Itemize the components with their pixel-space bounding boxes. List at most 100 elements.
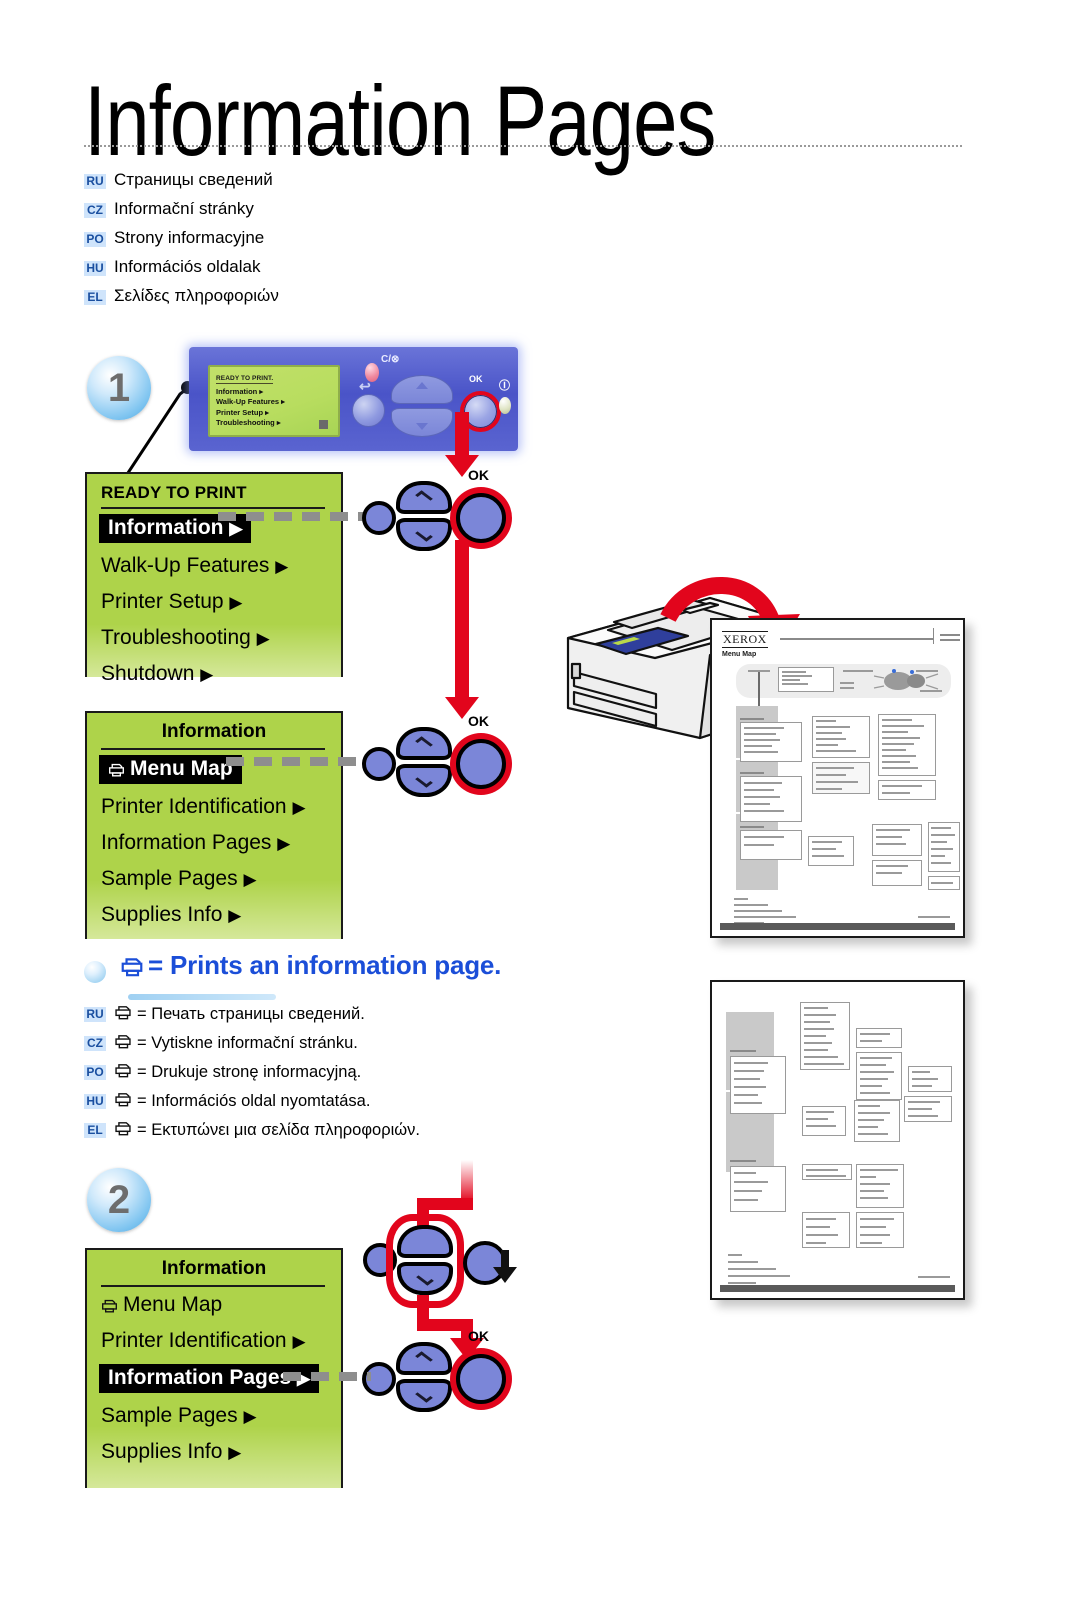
- ok-button-illustration-1[interactable]: [456, 493, 506, 543]
- back-button-illustration[interactable]: [362, 501, 396, 535]
- translation-text: Strony informacyjne: [114, 228, 265, 247]
- back-button-illustration[interactable]: [363, 1243, 397, 1277]
- menu-panel-ready-to-print: READY TO PRINT Information ▶ Walk-Up Fea…: [85, 472, 343, 685]
- title-divider: [84, 145, 962, 147]
- caret-icon: ▶: [229, 519, 243, 538]
- menu-title: Information: [161, 1258, 267, 1279]
- language-code-badge: CZ: [84, 1036, 106, 1051]
- menu-item-printer-identification[interactable]: Printer Identification ▶: [87, 1323, 341, 1359]
- menu-item-menu-map-selected[interactable]: Menu Map: [99, 755, 242, 784]
- down-arrow-button-illustration[interactable]: [396, 518, 452, 551]
- up-arrow-button-illustration[interactable]: [396, 481, 452, 514]
- navpad-illustration-4: OK: [362, 1328, 512, 1414]
- translation-text: Információs oldalak: [114, 257, 261, 276]
- language-code-badge: EL: [84, 1123, 106, 1138]
- caret-icon: ▶: [275, 557, 289, 576]
- control-panel-buttons: C/⊗ ↩ OK Ⓘ: [347, 347, 518, 451]
- bullet-icon: [84, 961, 106, 983]
- page-brand-logo: XEROX: [722, 631, 768, 648]
- translation-row: EL Σελίδες πληροφοριών: [84, 286, 604, 315]
- ok-label-2: OK: [468, 713, 489, 729]
- menu-item-troubleshooting[interactable]: Troubleshooting ▶: [87, 620, 341, 656]
- down-arrow-button-illustration[interactable]: [396, 764, 452, 797]
- translation-text: Σελίδες πληροφοριών: [114, 286, 279, 305]
- caret-icon: ▶: [292, 1332, 306, 1351]
- printer-icon: [108, 759, 125, 777]
- down-arrow-button[interactable]: [391, 408, 453, 437]
- display-menu-item: Information ▸: [216, 386, 264, 396]
- menu-item-printer-setup[interactable]: Printer Setup ▶: [87, 584, 341, 620]
- selection-connector-dashes: [226, 757, 371, 766]
- translation-row: EL = Εκτυπώνει μια σελίδα πληροφοριών.: [84, 1116, 644, 1145]
- up-arrow-button-illustration[interactable]: [396, 1342, 452, 1375]
- menu-panel-information-step2: Information Menu Map Printer Identificat…: [85, 1248, 343, 1488]
- navigation-pad-illustration[interactable]: [396, 1342, 452, 1414]
- caret-icon: ▶: [229, 593, 243, 612]
- info-icon: Ⓘ: [499, 380, 510, 392]
- translation-row: PO Strony informacyjne: [84, 228, 604, 257]
- menu-item-information-pages[interactable]: Information Pages ▶: [87, 825, 341, 861]
- printed-second-page: [710, 980, 965, 1300]
- display-menu-item: Printer Setup ▸: [216, 407, 269, 417]
- printer-icon: [114, 1063, 132, 1083]
- display-menu-item: Walk-Up Features ▸: [216, 397, 285, 406]
- language-code-badge: PO: [84, 232, 106, 247]
- translation-text: = Információs oldal nyomtatása.: [137, 1092, 371, 1110]
- menu-item-printer-identification[interactable]: Printer Identification ▶: [87, 789, 341, 825]
- navigation-pad[interactable]: [391, 375, 453, 439]
- back-button-illustration[interactable]: [362, 747, 396, 781]
- navigation-pad-illustration[interactable]: [397, 1225, 453, 1297]
- caret-icon: ▶: [292, 798, 306, 817]
- chevron-down-icon: [415, 774, 433, 788]
- up-arrow-button-illustration[interactable]: [397, 1225, 453, 1258]
- navigation-pad-illustration[interactable]: [396, 481, 452, 553]
- menu-item-sample-pages[interactable]: Sample Pages ▶: [87, 1398, 341, 1434]
- menu-title: Information: [161, 721, 267, 742]
- ok-label-1: OK: [468, 467, 489, 483]
- language-code-badge: HU: [84, 261, 106, 276]
- page-footer-bar: [720, 1285, 955, 1292]
- scroll-down-arrow-icon: [493, 1250, 517, 1283]
- printer-icon: [101, 1295, 118, 1313]
- navpad-illustration-3: [363, 1225, 513, 1297]
- down-arrow-button-illustration[interactable]: [396, 1379, 452, 1412]
- ok-button-illustration-2[interactable]: [456, 739, 506, 789]
- caret-icon: ▶: [243, 1407, 257, 1426]
- printer-icon: [114, 1121, 132, 1141]
- translation-row: PO = Drukuje stronę informacyjną.: [84, 1058, 644, 1087]
- language-code-badge: CZ: [84, 203, 106, 218]
- menu-item-supplies-info[interactable]: Supplies Info ▶: [87, 897, 341, 933]
- status-led: [499, 397, 511, 414]
- chevron-down-icon: [415, 528, 433, 542]
- ok-button-label: OK: [469, 374, 483, 384]
- page-header: Information Pages: [84, 62, 974, 177]
- chevron-down-icon: [415, 1389, 433, 1403]
- translation-text: Страницы сведений: [114, 170, 273, 189]
- down-arrow-button-illustration[interactable]: [397, 1262, 453, 1295]
- caret-icon: ▶: [277, 834, 291, 853]
- menu-panel-information-step1: Information Menu Map Printer Identificat…: [85, 711, 343, 939]
- display-status-line: READY TO PRINT.: [216, 375, 274, 384]
- menu-item-supplies-info[interactable]: Supplies Info ▶: [87, 1434, 341, 1470]
- control-panel-display: READY TO PRINT. Information ▸ Walk-Up Fe…: [208, 365, 340, 437]
- printer-icon: [114, 1092, 132, 1112]
- up-arrow-button-illustration[interactable]: [396, 727, 452, 760]
- header-translation-list: RU Страницы сведений CZ Informační strán…: [84, 170, 604, 315]
- language-code-badge: PO: [84, 1065, 106, 1080]
- menu-item-walk-up-features[interactable]: Walk-Up Features ▶: [87, 548, 341, 584]
- language-code-badge: RU: [84, 174, 106, 189]
- translation-text: = Vytiskne informační stránku.: [137, 1034, 358, 1052]
- legend-heading: = Prints an information page.: [84, 950, 584, 1000]
- menu-item-shutdown[interactable]: Shutdown ▶: [87, 656, 341, 692]
- legend-translation-list: RU = Печать страницы сведений. CZ = Vyti…: [84, 1000, 644, 1145]
- navigation-pad-illustration[interactable]: [396, 727, 452, 799]
- menu-item-menu-map[interactable]: Menu Map: [87, 1287, 341, 1323]
- printer-icon: [120, 953, 144, 984]
- translation-text: Informační stránky: [114, 199, 254, 218]
- menu-item-sample-pages[interactable]: Sample Pages ▶: [87, 861, 341, 897]
- ok-button-illustration-4[interactable]: [456, 1354, 506, 1404]
- up-arrow-button[interactable]: [391, 375, 453, 404]
- flow-arrow-segment: [455, 540, 469, 700]
- back-button[interactable]: [352, 394, 385, 427]
- printer-icon: [114, 1005, 132, 1025]
